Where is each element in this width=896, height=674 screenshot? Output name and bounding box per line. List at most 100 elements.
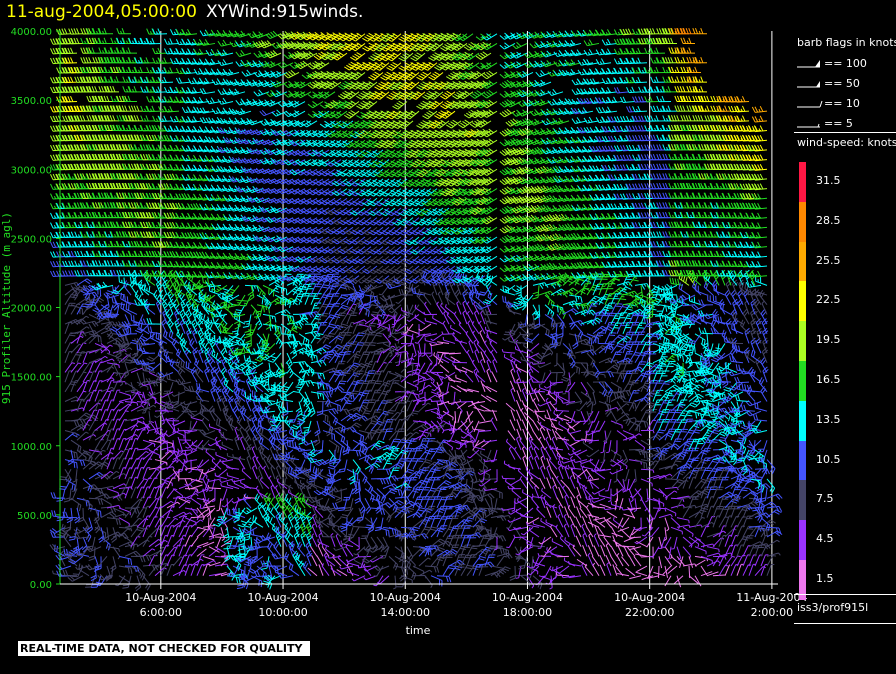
wind-barb — [265, 314, 271, 329]
wind-barb — [267, 503, 275, 517]
wind-barb — [149, 566, 159, 575]
wind-barb — [203, 556, 214, 560]
wind-barb — [155, 469, 164, 479]
wind-barb — [476, 371, 485, 382]
wind-barb — [368, 72, 383, 80]
wind-barb — [149, 539, 161, 546]
wind-barb — [419, 558, 431, 566]
wind-barb — [119, 398, 132, 401]
wind-barb — [125, 551, 140, 556]
wind-barb — [451, 325, 461, 334]
wind-barb — [221, 527, 224, 540]
wind-barb — [383, 353, 392, 363]
wind-barb — [244, 495, 257, 499]
wind-barb — [149, 528, 160, 537]
wind-barb — [431, 382, 440, 393]
wind-barb — [134, 343, 143, 353]
wind-barb — [101, 359, 114, 363]
wind-barb — [371, 479, 385, 485]
wind-barb — [182, 29, 197, 35]
wind-barb — [284, 70, 299, 78]
wind-barb — [113, 458, 120, 469]
wind-barb — [191, 564, 198, 575]
wind-barb — [107, 518, 120, 525]
wind-barb — [138, 280, 144, 295]
wind-barb — [473, 469, 477, 482]
wind-barb — [437, 352, 449, 353]
wind-barb — [311, 392, 324, 400]
wind-barb — [425, 408, 438, 411]
wind-barb — [89, 498, 103, 504]
wind-barb — [148, 411, 151, 424]
wind-barb — [401, 458, 412, 469]
wind-barb — [184, 459, 197, 462]
wind-barb — [437, 342, 449, 344]
wind-barb — [419, 385, 431, 392]
wind-barb — [119, 556, 132, 565]
wind-barb — [227, 473, 239, 479]
wind-barb — [440, 365, 449, 373]
wind-barb — [197, 529, 206, 537]
wind-barb — [119, 420, 127, 431]
wind-profile-chart: 0.00500.001000.001500.002000.002500.0030… — [0, 0, 896, 674]
wind-barb — [279, 450, 293, 458]
wind-barb — [65, 460, 77, 469]
wind-barb — [216, 386, 221, 401]
wind-barb — [232, 498, 239, 509]
wind-barb — [174, 411, 185, 419]
wind-barb — [419, 324, 431, 331]
wind-barb — [125, 487, 132, 498]
wind-barb — [474, 408, 485, 412]
wind-barb — [203, 542, 214, 547]
wind-barb — [208, 317, 221, 324]
wind-barb — [111, 556, 117, 571]
wind-barb — [399, 53, 413, 61]
wind-barb — [143, 526, 150, 537]
wind-barb — [472, 360, 479, 372]
wind-barb — [74, 533, 89, 539]
wind-barb — [310, 546, 317, 556]
wind-barb — [173, 557, 184, 566]
wind-barb — [153, 29, 167, 35]
wind-barb — [206, 449, 215, 460]
wind-barb — [377, 576, 389, 584]
wind-barb — [322, 534, 335, 537]
wind-barb — [77, 279, 92, 286]
wind-barb — [131, 556, 145, 562]
wind-barb — [431, 392, 442, 399]
wind-barb — [194, 460, 203, 470]
wind-barb — [356, 537, 359, 550]
wind-barb — [261, 392, 275, 400]
wind-barb — [123, 363, 128, 378]
wind-barb — [413, 448, 423, 459]
wind-barb — [203, 506, 215, 508]
wind-barb — [255, 571, 269, 577]
wind-barb — [83, 479, 92, 493]
wind-barb — [365, 421, 378, 431]
wind-barb — [161, 510, 173, 518]
wind-barb — [415, 305, 425, 315]
wind-barb — [422, 392, 425, 405]
wind-barb — [380, 295, 395, 301]
wind-barb — [460, 399, 473, 402]
wind-barb — [131, 518, 142, 527]
wind-barb — [98, 282, 113, 288]
wind-barb — [220, 479, 233, 482]
wind-barb — [425, 576, 432, 588]
wind-barb — [147, 38, 161, 44]
wind-barb — [425, 439, 435, 450]
wind-barb — [101, 512, 116, 518]
wind-barb — [119, 518, 129, 527]
wind-barb — [393, 576, 396, 589]
wind-barb — [65, 421, 79, 427]
wind-barb — [197, 396, 209, 401]
wind-barb — [191, 415, 203, 421]
wind-barb — [407, 458, 418, 469]
wind-barb — [119, 411, 129, 421]
wind-barb — [422, 111, 437, 119]
wind-barb — [95, 328, 108, 334]
wind-barb — [131, 382, 134, 395]
wind-barb — [71, 344, 82, 353]
wind-barb — [140, 340, 155, 346]
wind-barb — [141, 299, 155, 305]
